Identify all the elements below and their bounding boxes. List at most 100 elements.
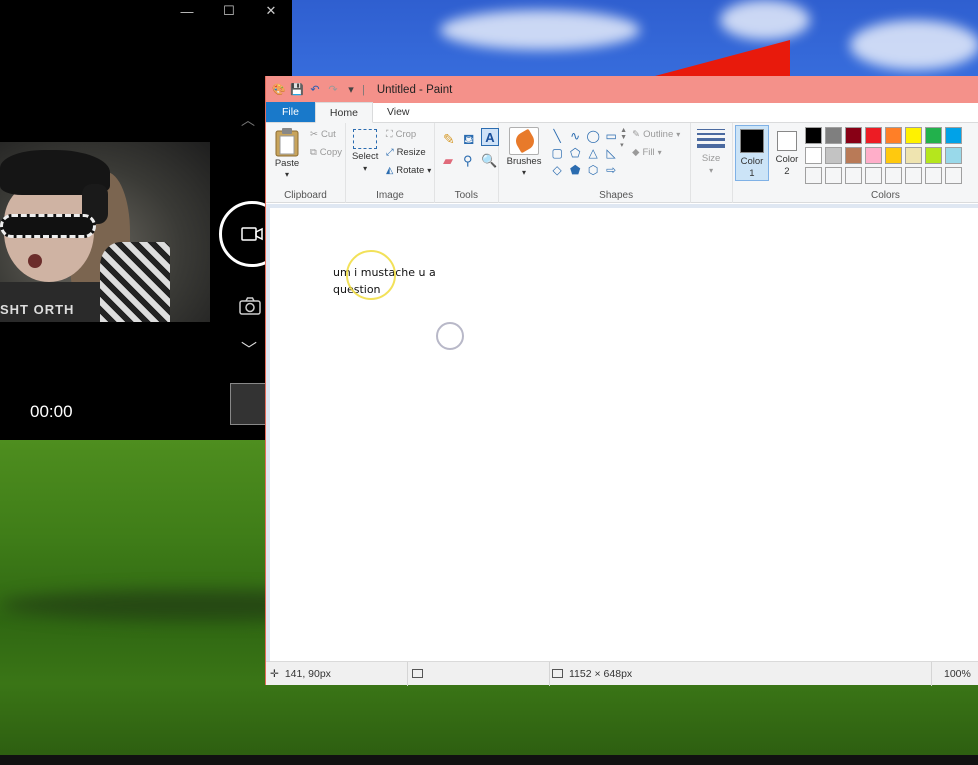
color2-button[interactable]: Color 2 [771, 125, 803, 181]
group-brushes: Brushes ▾ [499, 123, 543, 203]
line-shape-icon[interactable]: ╲ [548, 127, 566, 144]
wallpaper-red-shape [640, 40, 790, 80]
color-swatch[interactable] [824, 167, 842, 184]
maximize-button[interactable]: ☐ [208, 0, 250, 22]
cloud [440, 10, 640, 50]
select-button[interactable]: Select ▾ [352, 129, 378, 173]
color-swatch[interactable] [804, 147, 822, 164]
color-swatch[interactable] [824, 127, 842, 144]
pentagon-shape-icon[interactable]: ⬟ [566, 161, 584, 178]
customize-toolbar-icon[interactable]: ▾ [344, 83, 358, 97]
resize-icon: ⤢ [385, 147, 394, 158]
size-button[interactable]: Size ▾ [697, 127, 726, 175]
canvas-size: 1152 × 648px [550, 661, 932, 686]
save-icon[interactable]: 💾 [290, 83, 304, 97]
color2-label: Color 2 [775, 154, 799, 177]
fill-button[interactable]: ◆ Fill ▾ [632, 147, 661, 158]
cut-button[interactable]: ✂ Cut [310, 129, 336, 140]
fill-bucket-icon[interactable]: ⛾ [463, 131, 474, 150]
crosshair-icon: ✛ [270, 667, 279, 680]
paint-titlebar: 🎨 💾 ↶ ↷ ▾ | Untitled - Paint [266, 76, 978, 103]
select-icon [353, 129, 378, 149]
polygon-shape-icon[interactable]: ⬠ [566, 144, 584, 161]
color1-button[interactable]: Color 1 [734, 125, 769, 181]
color-swatch[interactable] [824, 147, 842, 164]
paste-label: Paste [274, 158, 300, 169]
crop-label: Crop [395, 129, 417, 140]
color-swatch[interactable] [864, 167, 882, 184]
color-swatch[interactable] [864, 127, 882, 144]
color-swatch[interactable] [904, 147, 922, 164]
canvas-size-text: 1152 × 648px [569, 667, 633, 680]
color-swatch[interactable] [864, 147, 882, 164]
color-swatch[interactable] [924, 167, 942, 184]
drawing-canvas[interactable]: um i mustache u a question [270, 208, 978, 661]
last-capture-thumbnail[interactable] [230, 383, 266, 425]
photo-mode-button[interactable] [238, 296, 262, 319]
color-swatch[interactable] [804, 127, 822, 144]
color-swatch[interactable] [884, 127, 902, 144]
pencil-icon[interactable]: ✎ [443, 131, 455, 148]
color-swatch[interactable] [904, 167, 922, 184]
oval-shape-icon[interactable]: ◯ [584, 127, 602, 144]
tab-home[interactable]: Home [314, 102, 373, 123]
chevron-up-icon[interactable]: ︿ [241, 110, 255, 130]
eraser-icon[interactable]: ▰ [443, 153, 453, 169]
chevron-down-icon: ▾ [427, 166, 432, 175]
right-triangle-icon[interactable]: ◺ [602, 144, 620, 161]
color-swatch[interactable] [924, 147, 942, 164]
color-swatch[interactable] [884, 167, 902, 184]
camera-preview: SHT ORTH [0, 142, 210, 322]
group-image: Select ▾ ⛶ Crop ⤢ Resize ◭ Rotate ▾ Imag… [346, 123, 435, 203]
color-swatch[interactable] [844, 127, 862, 144]
chevron-down-icon: ▾ [676, 130, 681, 139]
outline-button[interactable]: ✎ Outline ▾ [632, 129, 680, 140]
shapes-scroll[interactable]: ▲ ▼ ▾ [620, 127, 627, 149]
color-swatch[interactable] [844, 147, 862, 164]
diamond-shape-icon[interactable]: ◇ [548, 161, 566, 178]
shapes-gallery[interactable]: ╲ ∿ ◯ ▭ ▢ ⬠ △ ◺ ◇ ⬟ ⬡ ⇨ [548, 127, 620, 178]
arrow-shape-icon[interactable]: ⇨ [602, 161, 620, 178]
color-palette [804, 127, 964, 186]
color-picker-icon[interactable]: ⚲ [463, 153, 473, 169]
color-swatch[interactable] [844, 167, 862, 184]
rectangle-shape-icon[interactable]: ▭ [602, 127, 620, 144]
zoom-level[interactable]: 100% [932, 668, 971, 680]
copy-button[interactable]: ⧉ Copy [310, 147, 342, 158]
curve-shape-icon[interactable]: ∿ [566, 127, 584, 144]
color-swatch[interactable] [944, 167, 962, 184]
chevron-down-icon[interactable]: ﹀ [241, 336, 257, 360]
color-swatch[interactable] [884, 147, 902, 164]
recording-timer: 00:00 [30, 402, 73, 421]
window-title: Untitled - Paint [376, 83, 453, 96]
cloud [850, 20, 978, 70]
resize-button[interactable]: ⤢ Resize [386, 147, 426, 158]
rotate-button[interactable]: ◭ Rotate ▾ [386, 165, 431, 176]
color-swatch[interactable] [904, 127, 922, 144]
color-swatch[interactable] [944, 127, 962, 144]
minimize-button[interactable]: — [166, 0, 208, 22]
undo-icon[interactable]: ↶ [308, 83, 322, 97]
magnifier-icon[interactable]: 🔍 [481, 153, 497, 169]
triangle-shape-icon[interactable]: △ [584, 144, 602, 161]
clipboard-icon [275, 128, 299, 157]
cloud [720, 0, 810, 40]
rounded-rectangle-icon[interactable]: ▢ [548, 144, 566, 161]
ribbon-tabs: File Home View [266, 102, 978, 123]
hexagon-shape-icon[interactable]: ⬡ [584, 161, 602, 178]
redo-icon[interactable]: ↷ [326, 83, 340, 97]
brushes-button[interactable]: Brushes ▾ [507, 127, 541, 177]
colors-group-label: Colors [871, 190, 900, 201]
paint-app-icon[interactable]: 🎨 [272, 83, 286, 97]
color-swatch[interactable] [804, 167, 822, 184]
group-clipboard: Paste ▾ ✂ Cut ⧉ Copy Clipboard [266, 123, 346, 203]
paste-button[interactable]: Paste ▾ [274, 127, 300, 179]
tab-view[interactable]: View [373, 102, 424, 122]
crop-button[interactable]: ⛶ Crop [386, 129, 416, 140]
text-tool-icon[interactable]: A [480, 128, 499, 146]
color-swatch[interactable] [944, 147, 962, 164]
cursor-position: ✛ 141, 90px [266, 661, 408, 686]
close-button[interactable]: ✕ [250, 0, 292, 22]
tab-file[interactable]: File [266, 102, 315, 122]
color-swatch[interactable] [924, 127, 942, 144]
